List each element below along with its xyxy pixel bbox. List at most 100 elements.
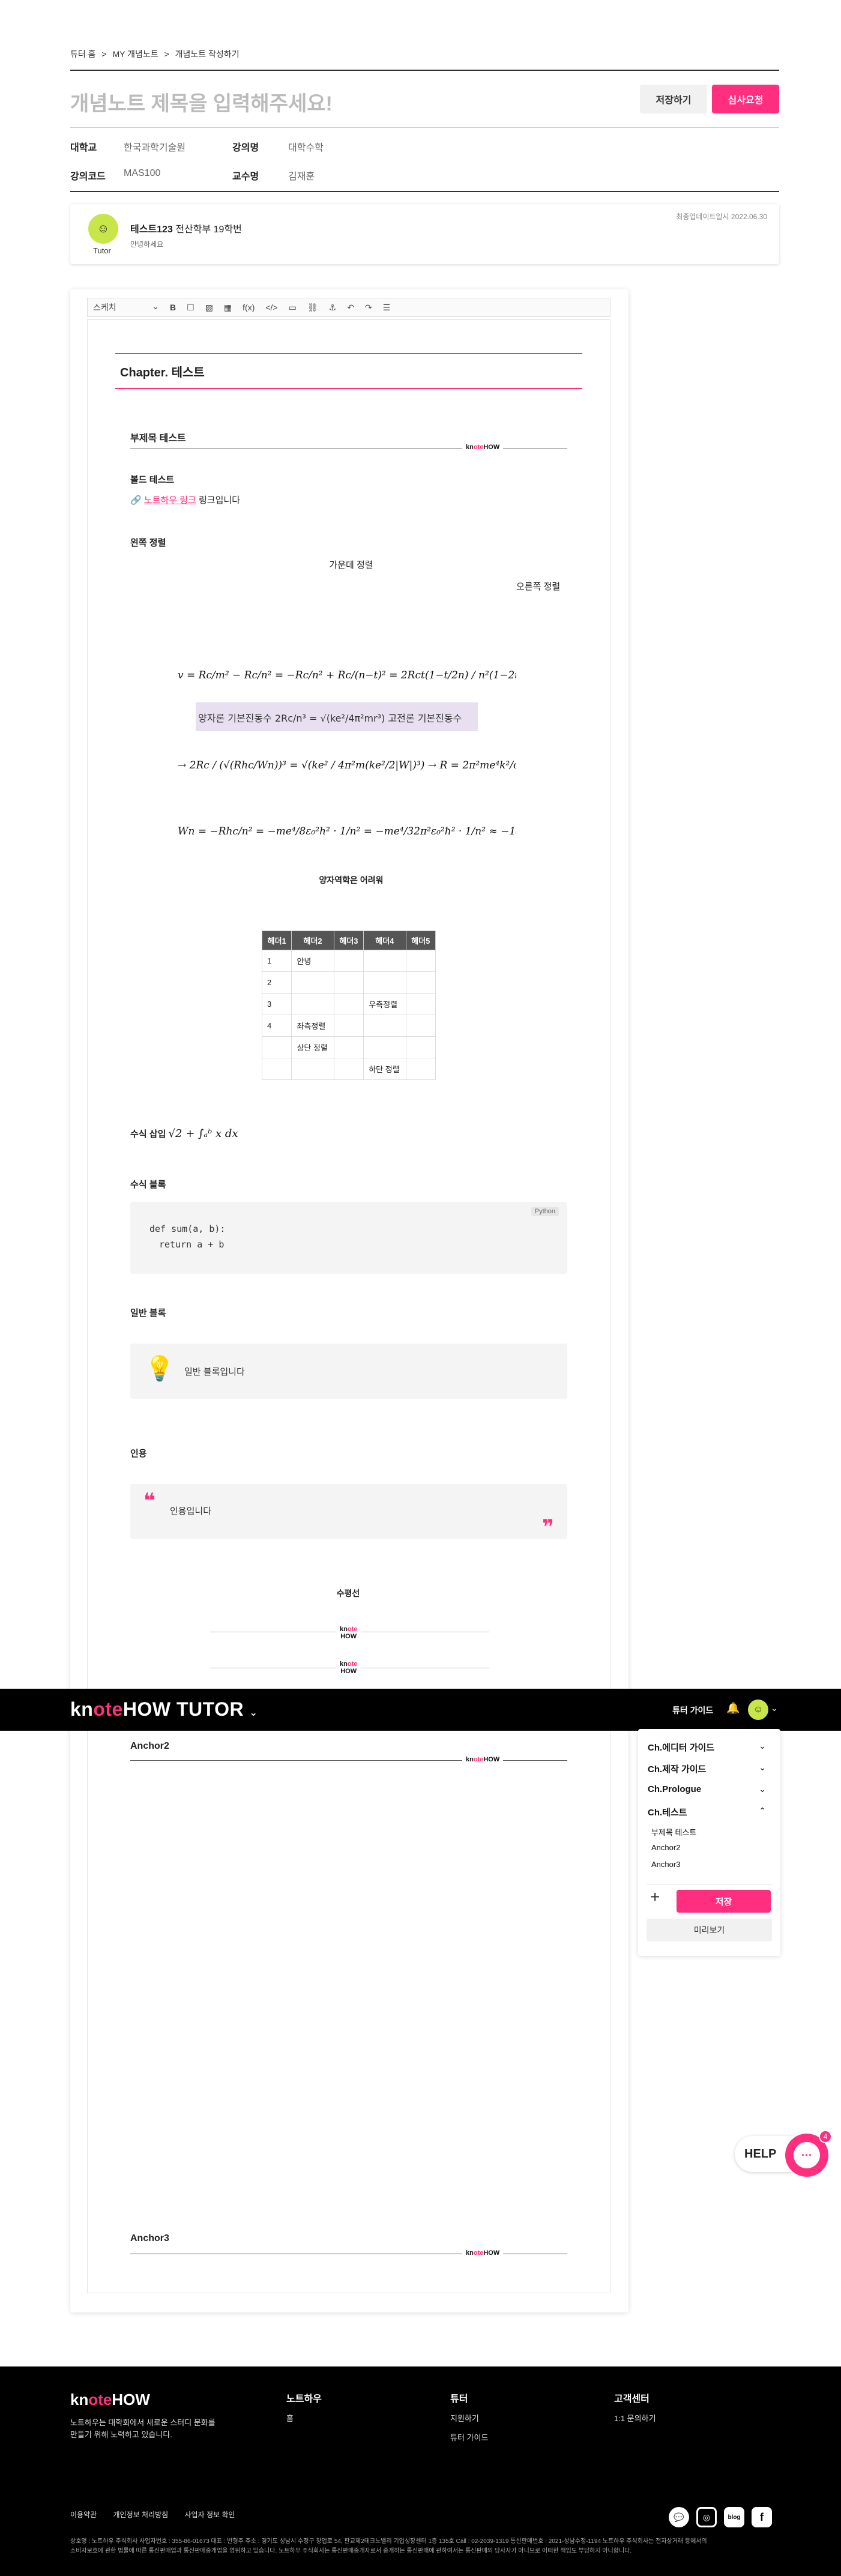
footer-link[interactable]: 지원하기 (450, 2412, 479, 2424)
help-widget[interactable]: HELP ··· 4 (735, 2130, 832, 2178)
breadcrumb-home[interactable]: 튜터 홈 (70, 49, 96, 59)
chevron-up-icon[interactable]: ⌃ (759, 1806, 766, 1816)
inline-formula-paragraph[interactable]: 수식 삽입 √2 + ∫ₐᵇ x dx (130, 1127, 238, 1140)
table-cell[interactable] (405, 1036, 436, 1058)
kakao-icon[interactable]: 💬 (669, 2507, 689, 2527)
table-cell[interactable] (405, 950, 436, 972)
table-cell[interactable] (333, 1015, 364, 1037)
bold-button[interactable]: B (170, 303, 176, 312)
table-header[interactable]: 헤더5 (405, 931, 436, 950)
data-table[interactable]: 헤더1 헤더2 헤더3 헤더4 헤더5 1 안녕 2 3 우측정렬 4 좌측정렬… (261, 931, 436, 1080)
align-left-text[interactable]: 왼쪽 정렬 (130, 536, 166, 549)
footer-link[interactable]: 1:1 문의하기 (614, 2412, 656, 2424)
table-header[interactable]: 헤더2 (291, 931, 334, 950)
table-cell[interactable] (261, 1036, 292, 1058)
table-cell[interactable]: 우측정렬 (363, 993, 406, 1015)
code-language-badge[interactable]: Python (531, 1207, 559, 1216)
anchor-heading[interactable]: Anchor3 (130, 2233, 169, 2244)
table-cell[interactable] (333, 971, 364, 994)
code-button[interactable]: </> (265, 303, 277, 312)
table-cell[interactable] (333, 993, 364, 1015)
table-cell[interactable]: 하단 정렬 (363, 1058, 406, 1080)
sidebar-save-button[interactable]: 저장 (677, 1890, 771, 1913)
table-cell[interactable] (291, 971, 334, 994)
table-cell[interactable] (405, 1015, 436, 1037)
bell-icon[interactable]: 🔔 (726, 1702, 740, 1715)
table-cell[interactable] (333, 1036, 364, 1058)
equation-image[interactable]: v = Rc/m² − Rc/n² = −Rc/n² + Rc/(n−t)² =… (174, 654, 627, 858)
text-icon[interactable]: ☐ (187, 303, 194, 313)
subhead[interactable]: 부제목 테스트 (130, 430, 186, 444)
table-cell[interactable] (363, 1015, 406, 1037)
table-cell[interactable] (291, 993, 334, 1015)
blog-icon[interactable]: blog (724, 2507, 744, 2527)
bold-text[interactable]: 볼드 테스트 (130, 473, 174, 486)
table-cell[interactable]: 1 (261, 950, 292, 972)
table-cell[interactable] (405, 971, 436, 994)
link-paragraph[interactable]: 🔗 노트하우 링크 링크입니다 (130, 493, 240, 506)
quote-block[interactable]: ❝ 인용입니다 ❞ (130, 1484, 567, 1539)
table-cell[interactable] (333, 1058, 364, 1080)
footer-link[interactable]: 튜터 가이드 (450, 2431, 488, 2443)
preview-button[interactable]: 미리보기 (647, 1919, 772, 1941)
business-info-link[interactable]: 사업자 정보 확인 (185, 2511, 235, 2519)
brand-logo[interactable]: knoteHOW TUTOR ⌄ (70, 1698, 258, 1721)
table-cell[interactable] (405, 1058, 436, 1080)
table-cell[interactable] (291, 1058, 334, 1080)
table-cell[interactable]: 3 (261, 993, 292, 1015)
table-header[interactable]: 헤더3 (333, 931, 364, 950)
chapter-heading[interactable]: Chapter. 테스트 (115, 353, 582, 389)
toc-subitem[interactable]: 부제목 테스트 (651, 1826, 696, 1838)
table-header[interactable]: 헤더4 (363, 931, 406, 950)
anchor-heading[interactable]: Anchor2 (130, 1741, 169, 1752)
box-icon[interactable]: ▭ (289, 303, 297, 313)
table-cell[interactable] (363, 950, 406, 972)
formula-button[interactable]: f(x) (243, 303, 255, 312)
table-cell[interactable] (363, 1036, 406, 1058)
review-request-button[interactable]: 심사요청 (712, 85, 779, 113)
toc-chapter-active[interactable]: Ch.테스트 (648, 1806, 687, 1818)
breadcrumb-notes[interactable]: MY 개념노트 (113, 49, 158, 59)
privacy-link[interactable]: 개인정보 처리방침 (113, 2511, 169, 2519)
image-icon[interactable]: ▨ (205, 303, 213, 313)
table-cell[interactable]: 2 (261, 971, 292, 994)
align-right-text[interactable]: 오른쪽 정렬 (516, 580, 560, 593)
tutor-guide-link[interactable]: 튜터 가이드 (672, 1704, 713, 1716)
facebook-icon[interactable]: f (752, 2507, 772, 2527)
style-select[interactable]: 스케치 ⌄ (93, 301, 159, 313)
toc-chapter[interactable]: Ch.Prologue (648, 1784, 701, 1794)
undo-icon[interactable]: ↶ (347, 303, 354, 313)
table-cell[interactable] (405, 993, 436, 1015)
toc-subitem[interactable]: Anchor3 (651, 1860, 680, 1869)
add-icon[interactable]: + (650, 1887, 660, 1907)
anchor-icon[interactable]: ⚓ (329, 303, 337, 313)
note-title-input[interactable]: 개념노트 제목을 입력해주세요! (70, 87, 333, 116)
plain-block[interactable]: 💡 일반 블록입니다 (130, 1344, 567, 1399)
link-icon[interactable]: ⛓ (307, 303, 318, 313)
chevron-down-icon[interactable]: ⌄ (759, 1741, 766, 1751)
table-cell[interactable] (333, 950, 364, 972)
toc-subitem-active[interactable]: Anchor2 (651, 1843, 680, 1852)
table-cell[interactable]: 안녕 (291, 950, 334, 972)
align-center-text[interactable]: 가운데 정렬 (324, 558, 378, 571)
toc-chapter[interactable]: Ch.제작 가이드 (648, 1763, 706, 1775)
code-block[interactable]: Python def sum(a, b): return a + b (130, 1202, 567, 1274)
inline-formula[interactable]: √2 + ∫ₐᵇ x dx (169, 1127, 238, 1140)
toc-chapter[interactable]: Ch.에디터 가이드 (648, 1741, 714, 1754)
table-cell[interactable]: 4 (261, 1015, 292, 1037)
table-icon[interactable]: ▦ (224, 303, 232, 313)
footer-link[interactable]: 홈 (286, 2412, 294, 2424)
hr-icon[interactable]: ☰ (383, 303, 391, 313)
table-cell[interactable]: 좌측정렬 (291, 1015, 334, 1037)
redo-icon[interactable]: ↷ (365, 303, 372, 313)
inline-link[interactable]: 노트하우 링크 (144, 495, 196, 505)
table-cell[interactable]: 상단 정렬 (291, 1036, 334, 1058)
chevron-down-icon[interactable]: ⌄ (759, 1763, 766, 1773)
instagram-icon[interactable]: ◎ (696, 2507, 717, 2527)
table-header[interactable]: 헤더1 (261, 931, 292, 950)
table-cell[interactable] (363, 971, 406, 994)
avatar[interactable]: ☺ (748, 1700, 768, 1720)
table-cell[interactable] (261, 1058, 292, 1080)
terms-link[interactable]: 이용약관 (70, 2511, 97, 2519)
save-button[interactable]: 저장하기 (640, 85, 707, 113)
